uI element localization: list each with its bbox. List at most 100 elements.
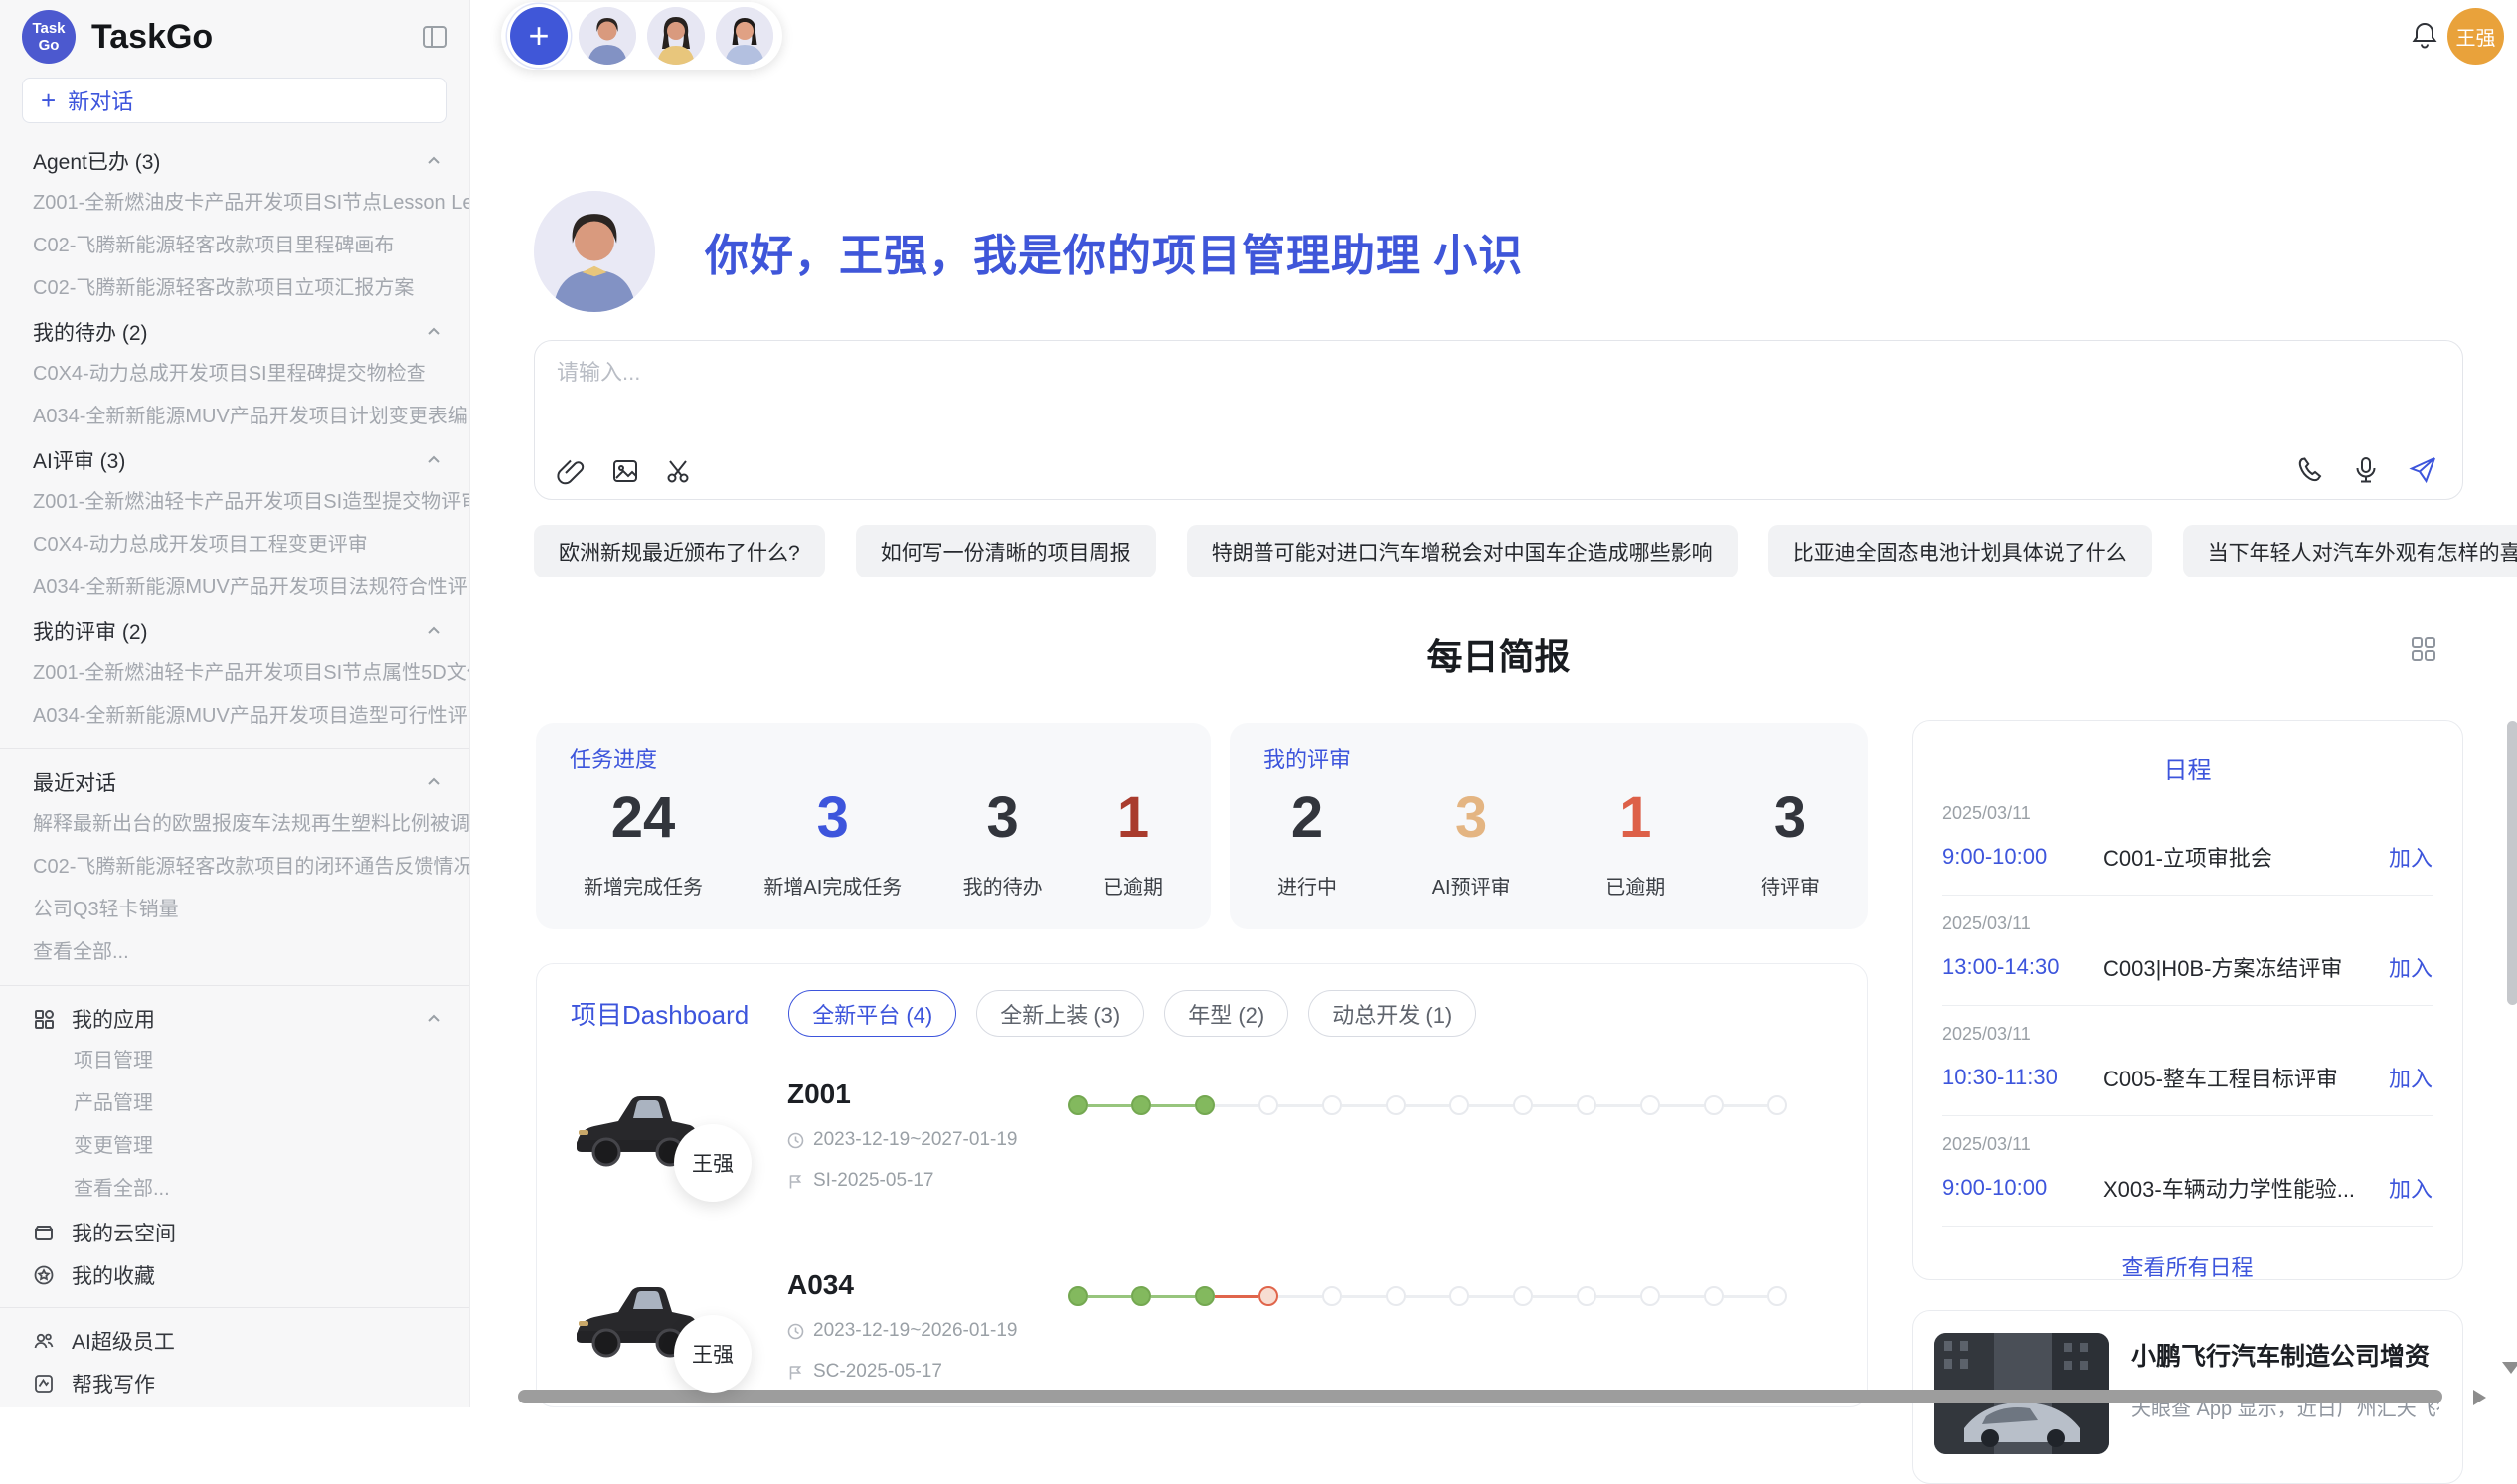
scroll-right-arrow[interactable] [2473, 1390, 2486, 1405]
flag-icon [787, 1364, 804, 1381]
ai-staff-item[interactable]: AI超级员工 [0, 1319, 469, 1362]
composer-actions [2295, 454, 2438, 486]
chevron-up-icon[interactable] [425, 323, 443, 341]
assistant-avatar-1[interactable] [579, 7, 636, 65]
join-button[interactable]: 加入 [2389, 1062, 2433, 1093]
sidebar-conversation-item[interactable]: Z001-全新燃油轻卡产品开发项目SI造型提交物评审 [0, 481, 469, 524]
milestone-connector [1342, 1295, 1386, 1298]
message-input[interactable] [557, 355, 2147, 444]
project-row[interactable]: 王强 A034 2023-12-19~2026-01-19 SC-2025-05… [571, 1267, 1867, 1407]
join-button[interactable]: 加入 [2389, 841, 2433, 873]
apps-view-all[interactable]: 查看全部... [0, 1168, 469, 1211]
schedule-event-title: C003|H0B-方案冻结评审 [2103, 951, 2389, 983]
join-button[interactable]: 加入 [2389, 951, 2433, 983]
stat: 2 进行中 [1277, 784, 1337, 900]
sidebar-section-header[interactable]: 我的评审 (2) [0, 609, 469, 652]
image-icon[interactable] [610, 456, 640, 486]
milestone-dots [1046, 1285, 1809, 1307]
sidebar-conversation-item[interactable]: Z001-全新燃油轻卡产品开发项目SI节点属性5D文件评审 [0, 652, 469, 695]
sidebar-section: Agent已办 (3) Z001-全新燃油皮卡产品开发项目SI节点Lesson … [0, 139, 469, 310]
schedule-item: 2025/03/11 10:30-11:30 C005-整车工程目标评审 加入 [1942, 1006, 2433, 1116]
main-content: + 王强 你好，王强，我是你的项目管理助理 小识 [471, 0, 2517, 1407]
sidebar-conversation-item[interactable]: A034-全新新能源MUV产品开发项目法规符合性评审 [0, 567, 469, 609]
chevron-up-icon[interactable] [425, 1010, 443, 1028]
join-button[interactable]: 加入 [2389, 1172, 2433, 1204]
milestone-connector [1088, 1295, 1131, 1298]
scroll-down-arrow[interactable] [2502, 1362, 2517, 1374]
sidebar-section-header[interactable]: 我的待办 (2) [0, 310, 469, 353]
cloud-space-item[interactable]: 我的云空间 [0, 1211, 469, 1253]
schedule-panel: 日程 2025/03/11 9:00-10:00 C001-立项审批会 加入 2… [1912, 720, 2463, 1280]
dashboard-tab[interactable]: 全新上装 (3) [976, 990, 1144, 1037]
recent-view-all[interactable]: 查看全部... [0, 931, 469, 974]
project-list: 王强 Z001 2023-12-19~2027-01-19 SI-2025-05… [571, 1076, 1867, 1407]
my-apps-header[interactable]: 我的应用 [0, 997, 469, 1040]
view-all-schedule-link[interactable]: 查看所有日程 [1942, 1227, 2433, 1306]
write-helper-item[interactable]: 帮我写作 [0, 1362, 469, 1404]
chevron-up-icon[interactable] [425, 773, 443, 791]
user-avatar[interactable]: 王强 [2447, 8, 2504, 65]
vertical-scrollbar[interactable] [2507, 721, 2517, 1005]
chevron-up-icon[interactable] [425, 622, 443, 640]
sidebar-conversation-item[interactable]: C02-飞腾新能源轻客改款项目立项汇报方案 [0, 267, 469, 310]
dashboard-tab[interactable]: 年型 (2) [1164, 990, 1288, 1037]
sidebar-section-title: AI评审 (3) [33, 445, 125, 475]
milestone-connector [1469, 1104, 1513, 1107]
project-row[interactable]: 王强 Z001 2023-12-19~2027-01-19 SI-2025-05… [571, 1076, 1867, 1228]
paperclip-icon[interactable] [557, 456, 587, 486]
stat-value: 1 [1117, 784, 1149, 851]
app-item[interactable]: 变更管理 [0, 1125, 469, 1168]
horizontal-scrollbar[interactable] [518, 1390, 2442, 1403]
notifications-bell-icon[interactable] [2410, 20, 2439, 55]
schedule-title: 日程 [1942, 750, 2433, 785]
scissors-icon[interactable] [664, 456, 694, 486]
logo-line2: Go [39, 37, 60, 54]
sidebar-conversation-item[interactable]: A034-全新新能源MUV产品开发项目造型可行性评审 [0, 695, 469, 738]
recent-chat-item[interactable]: C02-飞腾新能源轻客改款项目的闭环通告反馈情况 [0, 846, 469, 889]
clock-icon [787, 1323, 804, 1340]
phone-icon[interactable] [2295, 455, 2325, 485]
favorites-item[interactable]: 我的收藏 [0, 1253, 469, 1296]
chevron-up-icon[interactable] [425, 451, 443, 469]
project-dates: 2023-12-19~2026-01-19 [787, 1320, 1042, 1342]
recent-chat-item[interactable]: 解释最新出台的欧盟报废车法规再生塑料比例被调至15%... [0, 803, 469, 846]
microphone-icon[interactable] [2351, 455, 2381, 485]
new-chat-button[interactable]: + 新对话 [22, 78, 447, 123]
milestone-connector [1151, 1104, 1195, 1107]
app-item[interactable]: 产品管理 [0, 1082, 469, 1125]
recent-chat-item[interactable]: 公司Q3轻卡销量 [0, 889, 469, 931]
divider [0, 1307, 469, 1308]
stat: 3 待评审 [1761, 784, 1820, 900]
sidebar-conversation-item[interactable]: A034-全新新能源MUV产品开发项目计划变更表编写 [0, 396, 469, 438]
add-assistant-button[interactable]: + [510, 7, 568, 65]
layout-grid-icon[interactable] [2409, 634, 2438, 669]
sidebar-conversation-item[interactable]: C0X4-动力总成开发项目工程变更评审 [0, 524, 469, 567]
assistant-avatar-3[interactable] [716, 7, 773, 65]
dashboard-tab[interactable]: 动总开发 (1) [1308, 990, 1476, 1037]
collapse-sidebar-icon[interactable] [421, 23, 449, 51]
sidebar-header: Task Go TaskGo [0, 0, 469, 64]
dashboard-tab[interactable]: 全新平台 (4) [788, 990, 956, 1037]
sidebar-conversation-item[interactable]: C0X4-动力总成开发项目SI里程碑提交物检查 [0, 353, 469, 396]
sidebar-section-header[interactable]: Agent已办 (3) [0, 139, 469, 182]
app-item[interactable]: 项目管理 [0, 1040, 469, 1082]
schedule-row: 10:30-11:30 C005-整车工程目标评审 加入 [1942, 1062, 2433, 1093]
sidebar-conversation-item[interactable]: C02-飞腾新能源轻客改款项目里程碑画布 [0, 225, 469, 267]
recent-chats-header[interactable]: 最近对话 [0, 760, 469, 803]
sidebar-section-title: Agent已办 (3) [33, 146, 160, 176]
cloud-space-label: 我的云空间 [72, 1218, 176, 1247]
stat-value: 1 [1619, 784, 1651, 851]
suggestion-chip[interactable]: 欧洲新规最近颁布了什么? [534, 525, 825, 577]
suggestion-chip[interactable]: 当下年轻人对汽车外观有怎样的喜好趋势 [2183, 525, 2517, 577]
suggestion-chip[interactable]: 特朗普可能对进口汽车增税会对中国车企造成哪些影响 [1187, 525, 1738, 577]
chevron-up-icon[interactable] [425, 152, 443, 170]
sidebar-section-header[interactable]: AI评审 (3) [0, 438, 469, 481]
suggestion-chip[interactable]: 比亚迪全固态电池计划具体说了什么 [1768, 525, 2152, 577]
milestone-dot [1513, 1095, 1533, 1115]
stat-label: 已逾期 [1103, 871, 1163, 900]
sidebar-conversation-item[interactable]: Z001-全新燃油皮卡产品开发项目SI节点Lesson Learn报告 [0, 182, 469, 225]
suggestion-chip[interactable]: 如何写一份清晰的项目周报 [856, 525, 1156, 577]
project-info: A034 2023-12-19~2026-01-19 SC-2025-05-17 [787, 1267, 1042, 1407]
assistant-avatar-2[interactable] [647, 7, 705, 65]
send-icon[interactable] [2407, 454, 2438, 486]
